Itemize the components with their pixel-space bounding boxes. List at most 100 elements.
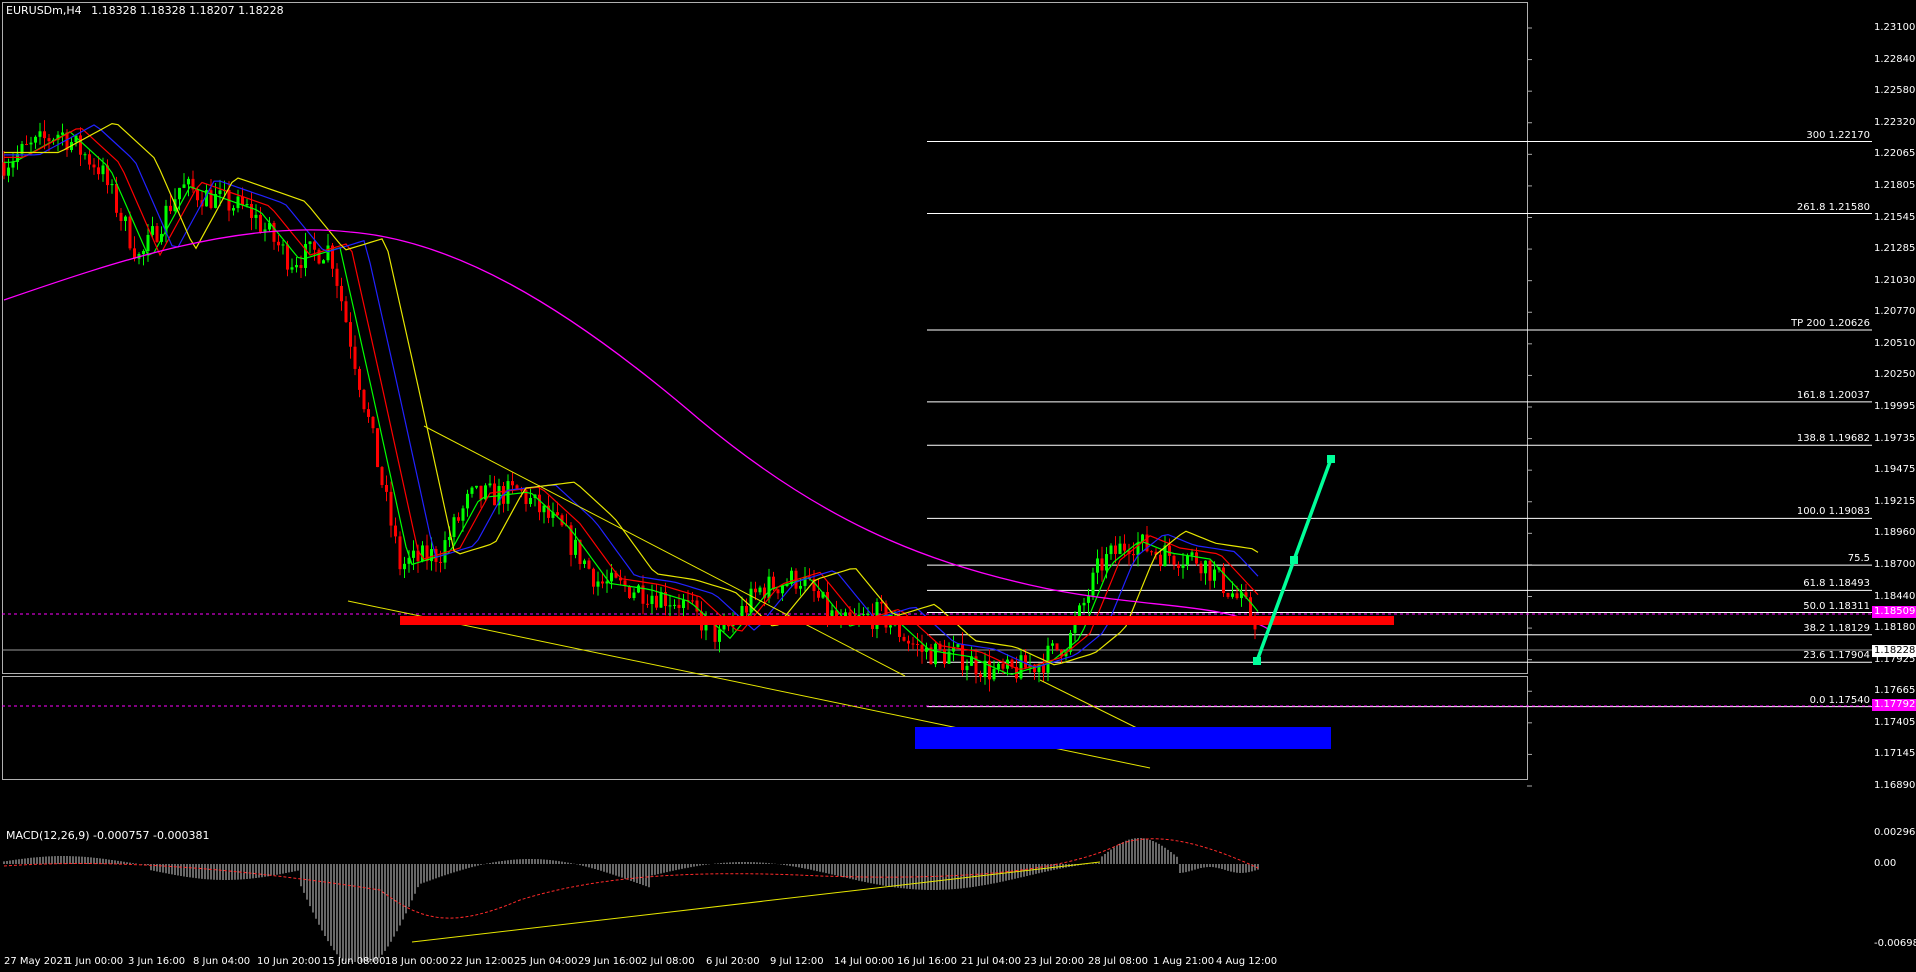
fib-level-label: 138.8 1.19682 <box>1796 433 1870 445</box>
candle-body <box>196 189 199 201</box>
candle-body <box>389 491 393 526</box>
candle-body <box>254 214 258 218</box>
candle-body <box>295 265 298 268</box>
candle-body <box>11 161 15 168</box>
price-axis-label: 1.17145 <box>1874 748 1916 760</box>
upper-trendline <box>423 425 906 677</box>
candle-body <box>529 497 532 505</box>
candle-body <box>1186 555 1189 565</box>
candle-body <box>47 138 51 142</box>
candle-body <box>695 600 699 612</box>
candle-body <box>907 640 910 644</box>
candle-body <box>457 517 460 521</box>
price-axis-label: 1.22320 <box>1874 116 1916 128</box>
candle-body <box>187 178 190 185</box>
candle-body <box>637 585 640 593</box>
fib-level-label: 261.8 1.21580 <box>1796 201 1870 213</box>
price-axis-label: 1.18960 <box>1874 527 1916 539</box>
time-axis-label: 15 Jun 08:00 <box>322 956 386 967</box>
candle-body <box>439 561 442 563</box>
candle-body <box>862 614 865 616</box>
time-axis-label: 2 Jul 08:00 <box>641 956 695 967</box>
ma-yellow <box>4 122 1259 666</box>
fib-level-label: TP 200 1.20626 <box>1791 317 1870 329</box>
lower-price-tag: 1.17792 <box>1872 699 1916 711</box>
candle-body <box>290 267 294 270</box>
candle-body <box>817 591 820 598</box>
candle-body <box>29 142 33 145</box>
price-axis-label: 1.20250 <box>1874 369 1916 381</box>
candle-body <box>209 190 213 208</box>
candle-body <box>115 184 118 213</box>
price-axis-label: 1.18440 <box>1874 590 1916 602</box>
candle-body <box>1109 545 1113 555</box>
candle-body <box>1132 553 1135 556</box>
candle-body <box>232 208 235 211</box>
symbol-header: EURUSDm,H4 1.18328 1.18328 1.18207 1.182… <box>6 4 284 17</box>
fib-level-label: 100.0 1.19083 <box>1796 506 1870 518</box>
candle-body <box>313 241 316 250</box>
price-axis-label: 1.23100 <box>1874 22 1916 33</box>
candle-body <box>1118 543 1122 555</box>
price-axis-label: 1.22065 <box>1874 148 1916 160</box>
candle-body <box>403 563 406 570</box>
time-axis-label: 14 Jul 00:00 <box>834 956 894 967</box>
price-axis-label: 1.21545 <box>1874 211 1916 223</box>
price-axis-label: 1.19215 <box>1874 495 1916 507</box>
short-trendline <box>1039 679 1144 732</box>
candle-body <box>776 589 780 594</box>
candle-body <box>1051 643 1054 646</box>
symbol-label: EURUSDm,H4 <box>6 4 82 17</box>
candle-body <box>38 131 42 137</box>
candle-body <box>1055 643 1059 650</box>
candle-body <box>1046 645 1050 673</box>
candle-body <box>182 184 186 188</box>
candle-body <box>362 389 366 410</box>
time-axis-label: 18 Jun 00:00 <box>385 956 449 967</box>
candle-body <box>308 241 312 245</box>
candle-body <box>344 301 348 323</box>
candle-body <box>596 581 600 587</box>
projection-node <box>1327 455 1335 463</box>
candle-body <box>1199 563 1203 574</box>
candle-body <box>443 540 447 563</box>
time-axis-label: 25 Jun 04:00 <box>514 956 578 967</box>
candle-body <box>880 602 883 604</box>
candle-body <box>943 649 946 664</box>
candle-body <box>583 560 586 565</box>
macd-axis-top: 0.002967 <box>1874 827 1916 838</box>
candle-body <box>2 162 6 176</box>
candle-body <box>992 668 996 680</box>
projection-node <box>1290 556 1298 564</box>
time-axis-label: 22 Jun 12:00 <box>450 956 514 967</box>
time-axis-label: 16 Jul 16:00 <box>897 956 957 967</box>
candle-body <box>1159 554 1162 567</box>
candle-body <box>1019 655 1023 679</box>
candle-body <box>1082 602 1086 606</box>
candle-body <box>349 322 352 347</box>
price-chart[interactable] <box>0 0 1916 972</box>
candle-body <box>236 196 240 209</box>
candle-body <box>371 416 375 429</box>
price-axis-label: 1.21805 <box>1874 179 1916 191</box>
fib-level-label: 0.0 1.17540 <box>1809 694 1870 706</box>
candle-body <box>277 241 280 246</box>
candle-body <box>376 428 379 468</box>
candle-body <box>1195 552 1198 564</box>
candle-body <box>322 260 325 264</box>
fib-level-label: 161.8 1.20037 <box>1796 389 1870 401</box>
candle-body <box>466 493 469 509</box>
candle-body <box>655 595 658 608</box>
candle-body <box>677 604 681 609</box>
candle-body <box>353 346 357 369</box>
fib-level-label: 23.6 1.17904 <box>1803 650 1870 662</box>
candle-body <box>286 244 289 270</box>
candle-body <box>1249 597 1252 618</box>
candle-body <box>1150 551 1153 553</box>
price-axis-label: 1.18700 <box>1874 558 1916 570</box>
candle-body <box>961 644 964 671</box>
macd-axis-bottom: -0.006988 <box>1874 938 1916 949</box>
candle-body <box>1213 569 1216 581</box>
candle-body <box>97 167 100 175</box>
candle-body <box>1181 564 1185 568</box>
